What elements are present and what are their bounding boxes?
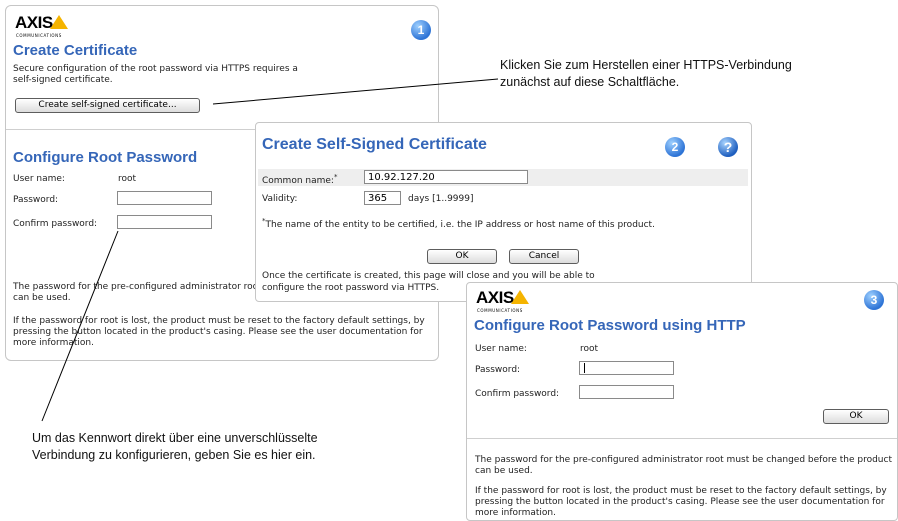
callout-https: Klicken Sie zum Herstellen einer HTTPS-V… xyxy=(500,58,792,89)
callout-line-https xyxy=(212,78,499,105)
callout-line-http xyxy=(41,230,119,422)
callout-http: Um das Kennwort direkt über eine unversc… xyxy=(32,431,318,462)
